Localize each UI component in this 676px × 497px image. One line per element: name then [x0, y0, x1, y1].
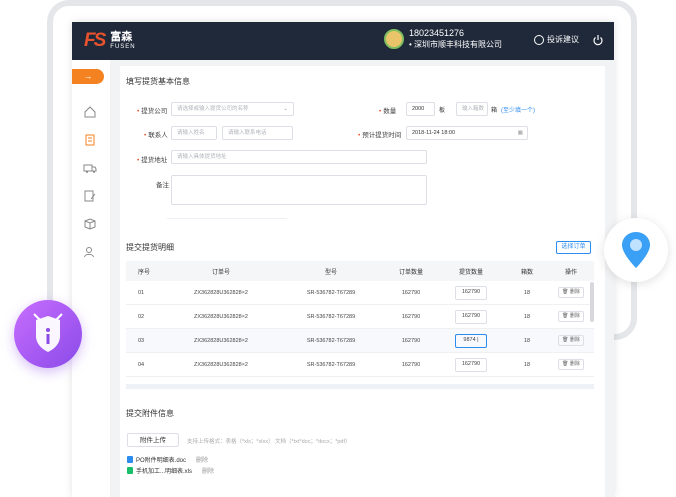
sidebar-toggle[interactable]: → — [72, 69, 104, 84]
sidebar: → — [72, 60, 110, 497]
delete-button[interactable]: 🗑 删除 — [558, 287, 584, 298]
chevron-down-icon: ⌄ — [283, 106, 288, 112]
logo: FS 富森 FUSEN — [84, 30, 136, 52]
table-row: 02 ZX362828U362828×2 SR-536782-T67289 16… — [126, 305, 594, 329]
table-header: 序号 订单号 型号 订单数量 提货数量 箱数 操作 — [126, 261, 594, 281]
logo-en: FUSEN — [110, 43, 136, 50]
location-badge — [604, 218, 668, 282]
address-label: 提货地址 — [141, 157, 168, 164]
feedback-button[interactable]: 投诉建议 — [534, 34, 579, 45]
file-delete-link[interactable]: 删除 — [202, 466, 214, 475]
pick-qty-input[interactable]: 162790 — [455, 285, 487, 300]
company-select[interactable]: 请选择或输入提货公司的名称 ⌄ — [171, 102, 294, 116]
boxes-unit: 箱 — [491, 108, 498, 114]
table-row: 04 ZX362828U362828×2 SR-536782-T67289 16… — [126, 353, 594, 377]
pickup-time-input[interactable]: 2018-11-24 18:00 ▦ — [406, 126, 528, 140]
boxes-hint: (至少填一个) — [501, 108, 535, 114]
top-bar: FS 富森 FUSEN 18023451276 • 深圳市顺丰科技有限公司 投诉… — [72, 22, 614, 60]
pick-qty-input[interactable]: 162790 — [455, 357, 487, 372]
quantity-input[interactable]: 2000 — [406, 102, 435, 116]
contact-name-input[interactable]: 请输入姓名 — [171, 126, 217, 140]
delete-button[interactable]: 🗑 删除 — [558, 359, 584, 370]
detail-table: 序号 订单号 型号 订单数量 提货数量 箱数 操作 01 ZX362828U36… — [126, 261, 594, 377]
upload-button[interactable]: 附件上传 — [127, 433, 179, 447]
xls-file-icon — [127, 467, 133, 474]
file-name[interactable]: 手机加工...明细表.xls — [136, 466, 192, 475]
file-delete-link[interactable]: 删除 — [196, 455, 208, 464]
user-company: • 深圳市顺丰科技有限公司 — [409, 40, 503, 49]
app-window: FS 富森 FUSEN 18023451276 • 深圳市顺丰科技有限公司 投诉… — [72, 22, 614, 497]
detail-title: 提交提货明细 — [126, 243, 174, 252]
user-settings-icon[interactable] — [83, 245, 97, 259]
calendar-icon: ▦ — [517, 130, 523, 136]
select-order-button[interactable]: 选择订单 — [556, 241, 591, 254]
chat-icon — [534, 34, 544, 45]
divider — [167, 218, 287, 219]
feedback-label: 投诉建议 — [547, 35, 579, 44]
quantity-label: 数量 — [383, 108, 397, 115]
pick-qty-input[interactable]: 162790 — [455, 309, 487, 324]
user-phone: 18023451276 — [409, 28, 465, 38]
power-icon[interactable] — [592, 34, 604, 46]
company-label: 提货公司 — [141, 108, 168, 115]
user-menu[interactable]: 18023451276 • 深圳市顺丰科技有限公司 — [384, 28, 502, 50]
pick-qty-input[interactable]: 9874 | — [455, 333, 487, 348]
time-label: 预计提货时间 — [362, 132, 402, 139]
doc-file-icon — [127, 456, 133, 463]
quantity-unit: 板 — [439, 108, 446, 114]
file-item: PO附件明细表.doc 删除 — [127, 455, 208, 464]
address-input[interactable]: 请输入具体提货地址 — [171, 150, 427, 164]
delete-button[interactable]: 🗑 删除 — [558, 311, 584, 322]
info-shield-icon — [33, 313, 63, 352]
basic-info-title: 填写提货基本信息 — [126, 77, 190, 86]
clipboard-icon[interactable] — [83, 133, 97, 147]
logo-cn: 富森 — [110, 30, 133, 43]
attachments-title: 提交附件信息 — [126, 409, 174, 418]
remark-textarea[interactable] — [171, 175, 427, 205]
contact-phone-input[interactable]: 请输入联系电话 — [222, 126, 293, 140]
table-hscroll[interactable] — [126, 384, 594, 389]
edit-doc-icon[interactable] — [83, 189, 97, 203]
truck-icon[interactable] — [83, 161, 97, 175]
table-scrollbar[interactable] — [590, 282, 594, 322]
info-badge — [14, 300, 82, 368]
file-name[interactable]: PO附件明细表.doc — [136, 455, 186, 464]
table-row: 03 ZX362828U362828×2 SR-536782-T67289 16… — [126, 329, 594, 353]
box-icon[interactable] — [83, 217, 97, 231]
table-row: 01 ZX362828U362828×2 SR-536782-T67289 16… — [126, 281, 594, 305]
avatar — [384, 29, 404, 49]
file-item: 手机加工...明细表.xls 删除 — [127, 466, 214, 475]
contact-label: 联系人 — [148, 132, 168, 139]
boxes-input[interactable]: 输入箱数 — [456, 102, 488, 116]
logo-mark: FS — [84, 30, 106, 51]
remark-label: 备注 — [156, 182, 169, 189]
upload-hint: 支持上传格式：表格（*xls；*xlsx） 文档（*txt*doc；*docx；… — [187, 439, 351, 445]
location-pin-icon — [622, 232, 650, 268]
delete-button[interactable]: 🗑 删除 — [558, 335, 584, 346]
home-icon[interactable] — [83, 105, 97, 119]
